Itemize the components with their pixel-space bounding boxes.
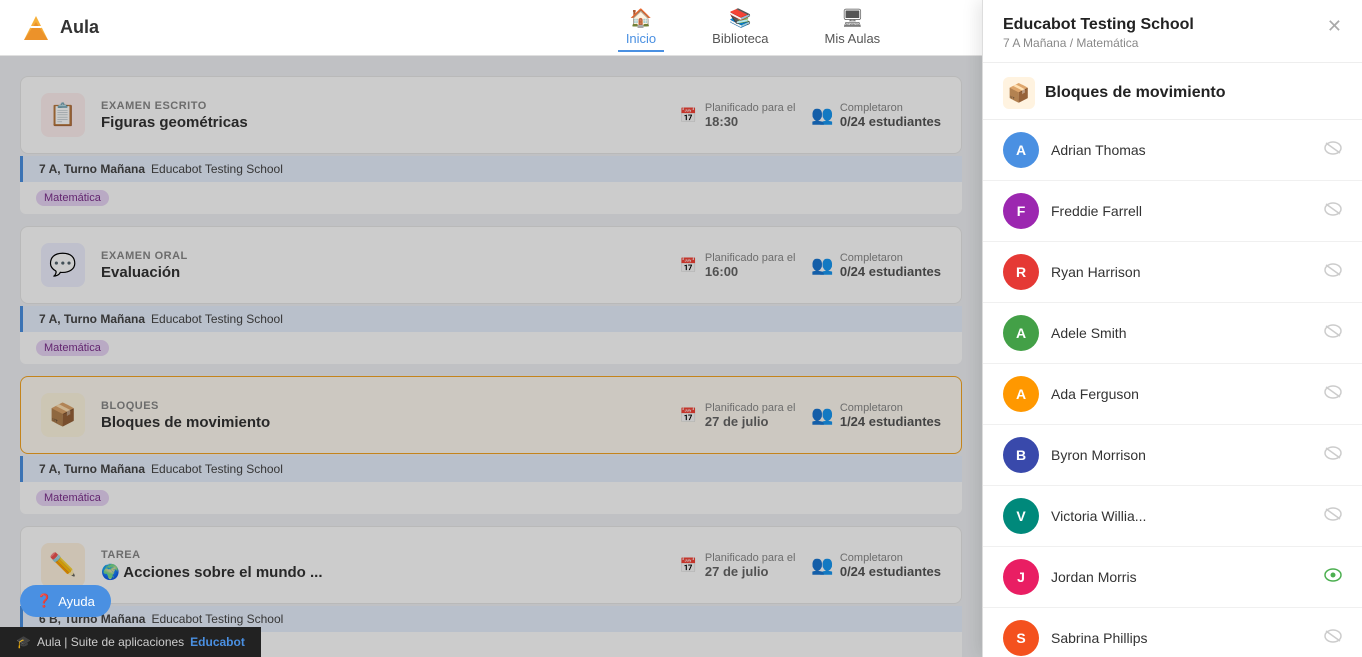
- library-icon: 📚: [729, 8, 751, 29]
- student-avatar-s4: A: [1003, 315, 1039, 351]
- student-avatar-s8: J: [1003, 559, 1039, 595]
- student-name-s7: Victoria Willia...: [1051, 508, 1312, 524]
- student-avatar-s1: A: [1003, 132, 1039, 168]
- help-button[interactable]: ❓ Ayuda: [20, 585, 111, 617]
- student-row-s4: A Adele Smith: [983, 303, 1362, 364]
- home-icon: 🏠: [630, 8, 652, 29]
- nav-item-inicio[interactable]: 🏠 Inicio: [618, 4, 664, 52]
- panel-title-row: 📦 Bloques de movimiento: [983, 63, 1362, 120]
- student-visibility-s5[interactable]: [1324, 385, 1342, 404]
- student-row-s7: V Victoria Willia...: [983, 486, 1362, 547]
- panel-header: Educabot Testing School 7 A Mañana / Mat…: [983, 0, 1362, 63]
- student-avatar-s5: A: [1003, 376, 1039, 412]
- panel-close-button[interactable]: ✕: [1327, 16, 1342, 37]
- student-name-s8: Jordan Morris: [1051, 569, 1312, 585]
- student-row-s6: B Byron Morrison: [983, 425, 1362, 486]
- nav-item-biblioteca[interactable]: 📚 Biblioteca: [704, 4, 776, 52]
- bottom-bar-brand: Educabot: [190, 635, 245, 649]
- student-visibility-s2[interactable]: [1324, 202, 1342, 221]
- overlay-background: [0, 56, 982, 657]
- student-name-s1: Adrian Thomas: [1051, 142, 1312, 158]
- panel-title-icon: 📦: [1003, 77, 1035, 109]
- student-visibility-s6[interactable]: [1324, 446, 1342, 465]
- student-avatar-s6: B: [1003, 437, 1039, 473]
- nav-label-biblioteca: Biblioteca: [712, 31, 768, 46]
- panel-school: Educabot Testing School: [1003, 16, 1327, 34]
- student-name-s4: Adele Smith: [1051, 325, 1312, 341]
- logo-area: Aula: [0, 12, 200, 44]
- student-row-s1: A Adrian Thomas: [983, 120, 1362, 181]
- bottom-bar: 🎓 Aula | Suite de aplicaciones Educabot: [0, 627, 261, 657]
- panel-title-text: Bloques de movimiento: [1045, 84, 1225, 102]
- student-row-s2: F Freddie Farrell: [983, 181, 1362, 242]
- student-row-s3: R Ryan Harrison: [983, 242, 1362, 303]
- nav-label-inicio: Inicio: [626, 31, 656, 46]
- bottom-bar-text: Aula | Suite de aplicaciones: [37, 635, 184, 649]
- panel-header-info: Educabot Testing School 7 A Mañana / Mat…: [1003, 16, 1327, 50]
- student-row-s5: A Ada Ferguson: [983, 364, 1362, 425]
- student-name-s3: Ryan Harrison: [1051, 264, 1312, 280]
- logo-text: Aula: [60, 17, 99, 38]
- bottom-logo-icon: 🎓: [16, 635, 31, 649]
- student-visibility-s7[interactable]: [1324, 507, 1342, 526]
- classroom-icon: 🖥: [841, 8, 864, 29]
- student-avatar-s3: R: [1003, 254, 1039, 290]
- student-visibility-s3[interactable]: [1324, 263, 1342, 282]
- student-row-s8: J Jordan Morris: [983, 547, 1362, 608]
- logo-icon: [20, 12, 52, 44]
- student-avatar-s7: V: [1003, 498, 1039, 534]
- nav-label-mis-aulas: Mis Aulas: [825, 31, 881, 46]
- student-name-s6: Byron Morrison: [1051, 447, 1312, 463]
- student-avatar-s9: S: [1003, 620, 1039, 656]
- student-name-s2: Freddie Farrell: [1051, 203, 1312, 219]
- student-name-s5: Ada Ferguson: [1051, 386, 1312, 402]
- student-visibility-s8[interactable]: [1324, 568, 1342, 587]
- student-list: A Adrian Thomas F Freddie Farrell R Ryan Harr…: [983, 120, 1362, 657]
- side-panel: Educabot Testing School 7 A Mañana / Mat…: [982, 0, 1362, 657]
- student-visibility-s9[interactable]: [1324, 629, 1342, 648]
- panel-subtitle: 7 A Mañana / Matemática: [1003, 36, 1327, 50]
- help-label: Ayuda: [58, 594, 95, 609]
- student-visibility-s4[interactable]: [1324, 324, 1342, 343]
- student-name-s9: Sabrina Phillips: [1051, 630, 1312, 646]
- help-icon: ❓: [36, 593, 52, 609]
- student-avatar-s2: F: [1003, 193, 1039, 229]
- nav-item-mis-aulas[interactable]: 🖥 Mis Aulas: [817, 4, 889, 52]
- student-row-s9: S Sabrina Phillips: [983, 608, 1362, 657]
- student-visibility-s1[interactable]: [1324, 141, 1342, 160]
